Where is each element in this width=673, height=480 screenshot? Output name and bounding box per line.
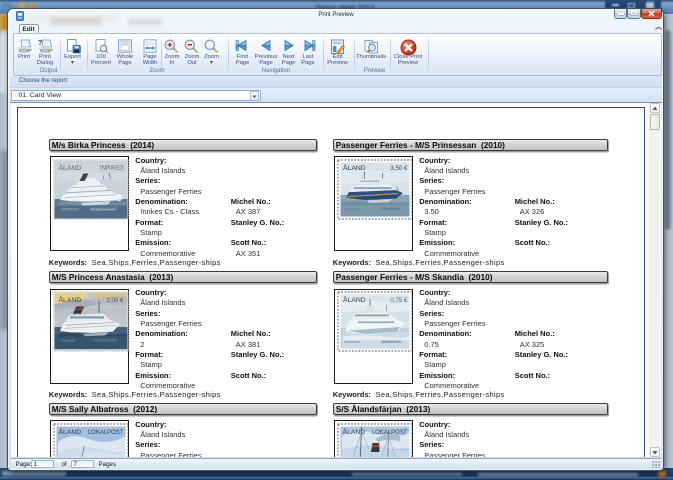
svg-text:ÅLAND: ÅLAND	[343, 163, 366, 172]
svg-text:LOKALPOST: LOKALPOST	[88, 430, 124, 436]
svg-text:INRIKES: INRIKES	[100, 165, 124, 171]
svg-text:ÅLAND: ÅLAND	[58, 163, 81, 172]
svg-text:0,75 €: 0,75 €	[390, 297, 408, 304]
svg-text:?: ?	[38, 40, 42, 47]
svg-text:ÅLAND: ÅLAND	[343, 295, 366, 304]
svg-text:3,50 €: 3,50 €	[390, 165, 408, 172]
svg-text:LOKALPOST: LOKALPOST	[372, 430, 408, 436]
svg-text:ÅLAND: ÅLAND	[58, 295, 81, 304]
svg-text:ÅLAND: ÅLAND	[342, 427, 365, 436]
svg-text:2,00 €: 2,00 €	[106, 297, 124, 304]
svg-text:M/s Birka Princess: M/s Birka Princess	[90, 208, 115, 212]
svg-text:ÅLAND: ÅLAND	[58, 427, 81, 436]
